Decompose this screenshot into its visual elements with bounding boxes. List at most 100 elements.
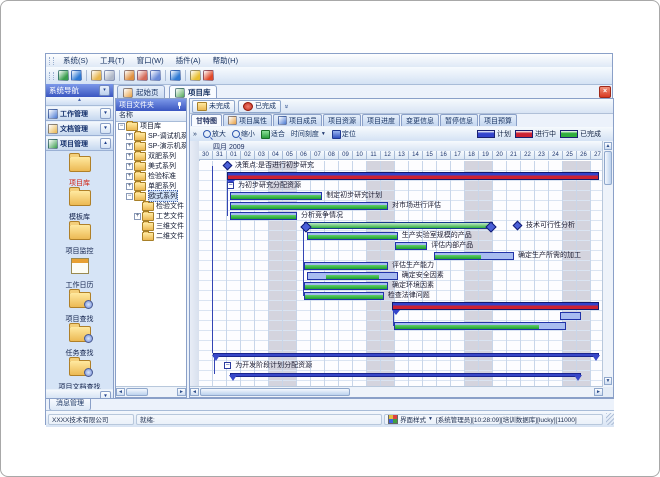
- summary-in-progress-bar[interactable]: [227, 172, 599, 180]
- toolbar-grip[interactable]: [49, 57, 54, 65]
- tree-item-二维文件[interactable]: 二维文件: [116, 231, 186, 241]
- gantt-tab-项目预算[interactable]: 项目预算: [479, 114, 517, 126]
- tree-item-欧式系列[interactable]: −欧式系列: [116, 191, 186, 201]
- scroll-left-button[interactable]: ◄: [190, 388, 199, 396]
- toolbar-overflow-chevron[interactable]: »: [190, 131, 200, 138]
- sidebar-item-模板库[interactable]: 模板库: [46, 187, 113, 221]
- sidebar-group-项目管理[interactable]: 项目管理▴: [46, 136, 113, 151]
- tree-horizontal-scrollbar[interactable]: ◄ ►: [116, 386, 186, 397]
- sidebar-menu-button[interactable]: ▾: [99, 85, 110, 96]
- chevron-down-icon[interactable]: ▾: [100, 391, 111, 398]
- interface-style-button[interactable]: 界面样式: [400, 414, 426, 424]
- sidebar-item-项目查找[interactable]: 项目查找: [46, 289, 113, 323]
- scroll-left-button[interactable]: ◄: [116, 388, 125, 396]
- gantt-tab-变更信息[interactable]: 变更信息: [401, 114, 439, 126]
- sidebar-item-工作日历[interactable]: 工作日历: [46, 255, 113, 289]
- doc-tab-起始页[interactable]: 起始页: [117, 85, 165, 99]
- tree-item-项目库[interactable]: −项目库: [116, 121, 186, 131]
- tree-item-三维文件[interactable]: 三维文件: [116, 221, 186, 231]
- task-bar[interactable]: [560, 312, 581, 320]
- chevron-down-icon[interactable]: ▾: [100, 108, 111, 119]
- tree-item-检验标准[interactable]: +检验标准: [116, 171, 186, 181]
- zoom-in-button[interactable]: 放大: [200, 129, 229, 139]
- sidebar-item-项目库[interactable]: 项目库: [46, 153, 113, 187]
- collapse-icon[interactable]: −: [118, 123, 125, 130]
- scroll-down-button[interactable]: ▼: [604, 377, 612, 385]
- menu-item-窗口(W)[interactable]: 窗口(W): [131, 55, 170, 66]
- task-group-expander[interactable]: −: [227, 182, 234, 189]
- schedule-icon[interactable]: [124, 70, 135, 81]
- connect-icon[interactable]: [58, 70, 69, 81]
- completed-summary-bar[interactable]: [304, 222, 493, 229]
- gantt-horizontal-scrollbar[interactable]: ◄ ►: [190, 386, 603, 397]
- menu-item-工具(T)[interactable]: 工具(T): [94, 55, 131, 66]
- expand-icon[interactable]: +: [134, 213, 141, 220]
- chevron-up-icon[interactable]: ▴: [100, 138, 111, 149]
- sidebar-item-任务查找[interactable]: 任务查找: [46, 323, 113, 357]
- doc-tab-项目库[interactable]: 项目库: [169, 85, 217, 99]
- tree-item-工艺文件[interactable]: +工艺文件: [116, 211, 186, 221]
- web-icon[interactable]: [71, 70, 82, 81]
- expand-icon[interactable]: +: [126, 143, 133, 150]
- unfinished-filter-button[interactable]: 未完成: [192, 100, 235, 113]
- folder-grey-icon[interactable]: [104, 70, 115, 81]
- task-group-expander[interactable]: −: [224, 362, 231, 369]
- lock-icon[interactable]: [190, 70, 201, 81]
- sidebar-group-partial[interactable]: ▾: [46, 389, 113, 398]
- scroll-right-button[interactable]: ►: [594, 388, 603, 396]
- resize-grip[interactable]: [606, 413, 614, 425]
- close-tab-button[interactable]: ×: [599, 86, 611, 98]
- gantt-tab-项目成员[interactable]: 项目成员: [273, 114, 322, 126]
- locate-button[interactable]: 定位: [329, 129, 359, 139]
- gantt-chart-body[interactable]: 决策点:是否进行初步研究−为初步研究分配资源制定初步研究计划对市场进行评估分析竞…: [199, 161, 603, 387]
- menu-item-插件(A)[interactable]: 插件(A): [170, 55, 207, 66]
- gantt-tab-项目进度[interactable]: 项目进度: [362, 114, 400, 126]
- help-icon[interactable]: [170, 70, 181, 81]
- task-bar[interactable]: [304, 262, 388, 270]
- folder-open-icon[interactable]: [91, 70, 102, 81]
- time-scale-button[interactable]: 时间刻度▼: [288, 129, 329, 139]
- chart-icon[interactable]: [150, 70, 161, 81]
- chevron-down-icon[interactable]: ▾: [100, 123, 111, 134]
- sidebar-group-文档管理[interactable]: 文档管理▾: [46, 121, 113, 136]
- summary-bracket-bar[interactable]: [230, 373, 581, 377]
- task-bar[interactable]: [434, 252, 514, 260]
- zoom-out-button[interactable]: 缩小: [229, 129, 258, 139]
- expand-icon[interactable]: +: [126, 163, 133, 170]
- sidebar-item-项目文档查找[interactable]: 项目文档查找: [46, 357, 113, 391]
- gantt-tab-甘特图[interactable]: 甘特图: [191, 114, 222, 126]
- tree-item-双肥系列[interactable]: +双肥系列: [116, 151, 186, 161]
- scroll-up-button[interactable]: ▲: [604, 142, 612, 150]
- expand-icon[interactable]: +: [126, 153, 133, 160]
- exit-icon[interactable]: [203, 70, 214, 81]
- summary-bracket-bar[interactable]: [213, 353, 599, 357]
- menu-item-帮助(H)[interactable]: 帮助(H): [207, 55, 244, 66]
- tree-item-检验文件[interactable]: 检验文件: [116, 201, 186, 211]
- task-bar[interactable]: [230, 202, 388, 210]
- toolbar-grip[interactable]: [49, 72, 54, 80]
- gantt-tab-项目属性[interactable]: 项目属性: [223, 114, 272, 126]
- menu-item-系统(S)[interactable]: 系统(S): [57, 55, 94, 66]
- filter-overflow-chevron-icon[interactable]: »: [282, 104, 289, 108]
- report-icon[interactable]: [137, 70, 148, 81]
- collapse-icon[interactable]: −: [126, 193, 133, 200]
- tree-item-SP-演示机系[interactable]: +SP-演示机系: [116, 141, 186, 151]
- task-bar[interactable]: [230, 192, 322, 200]
- expand-icon[interactable]: +: [126, 183, 133, 190]
- task-bar[interactable]: [307, 272, 398, 280]
- gantt-tab-暂停信息[interactable]: 暂停信息: [440, 114, 478, 126]
- task-bar[interactable]: [304, 292, 384, 300]
- scroll-right-button[interactable]: ►: [177, 388, 186, 396]
- tree-item-SP-调试机系[interactable]: +SP-调试机系: [116, 131, 186, 141]
- gantt-tab-项目资源[interactable]: 项目资源: [323, 114, 361, 126]
- pin-icon[interactable]: [176, 102, 183, 109]
- task-bar[interactable]: [304, 282, 388, 290]
- scrollbar-thumb[interactable]: [604, 151, 612, 185]
- task-bar[interactable]: [230, 212, 297, 220]
- task-bar[interactable]: [394, 322, 566, 330]
- finished-filter-button[interactable]: 已完成: [238, 100, 281, 113]
- summary-in-progress-bar[interactable]: [392, 302, 599, 310]
- task-bar[interactable]: [395, 242, 427, 250]
- chevron-down-icon[interactable]: ▼: [428, 416, 433, 422]
- expand-icon[interactable]: +: [126, 133, 133, 140]
